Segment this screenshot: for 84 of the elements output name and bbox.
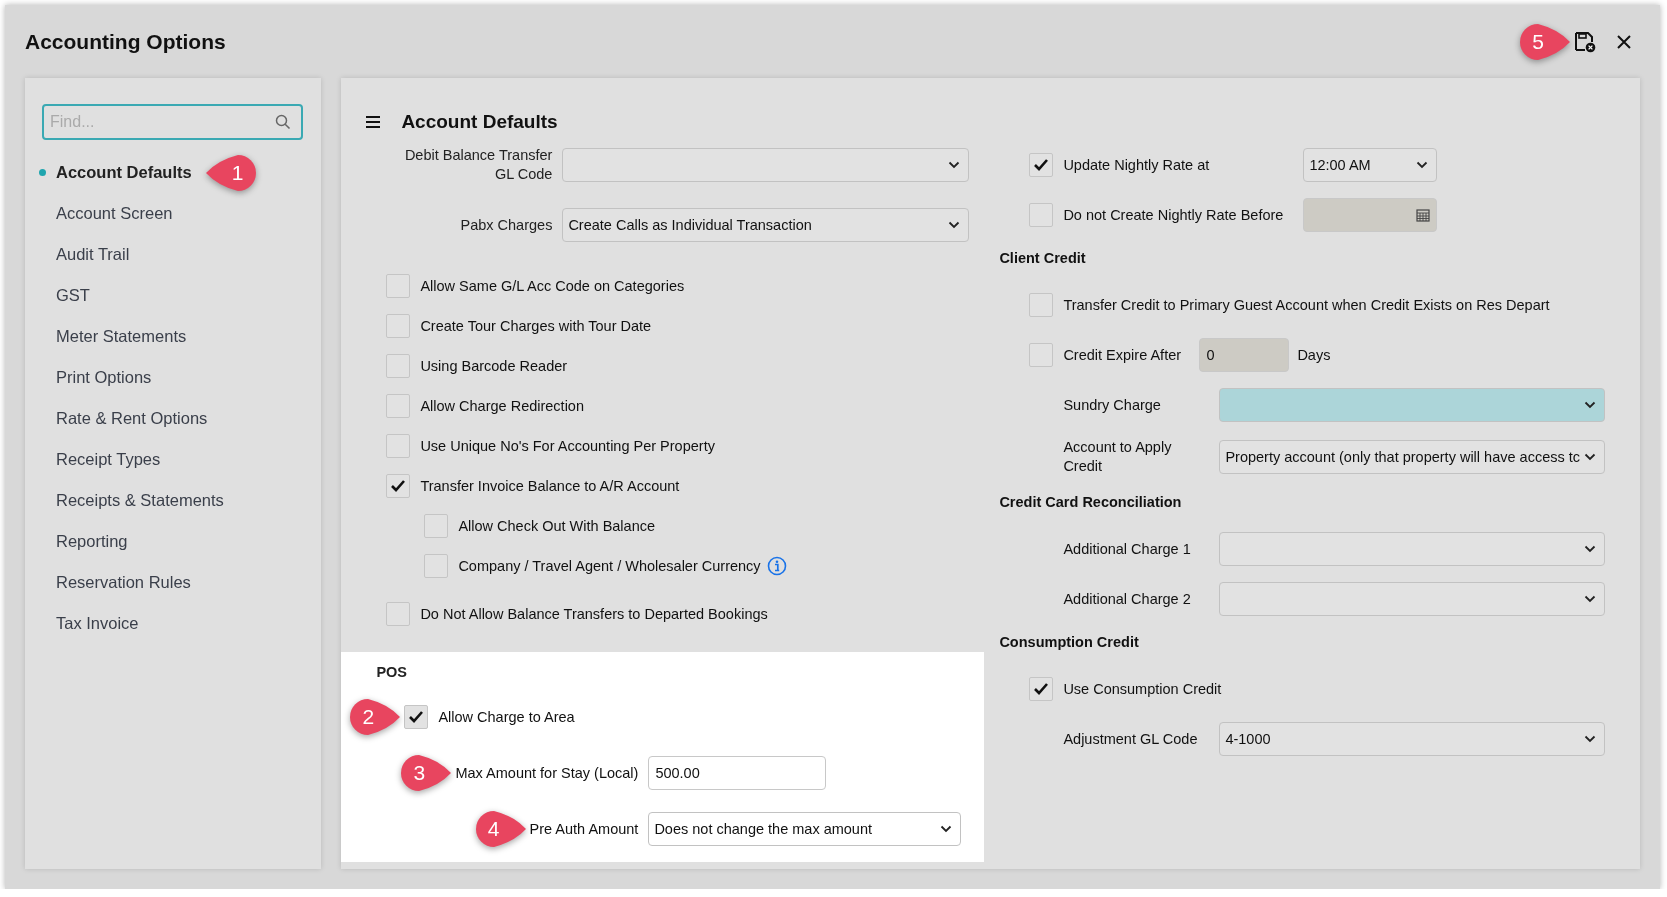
checkbox-label: Transfer Invoice Balance to A/R Account: [420, 478, 680, 494]
checkbox[interactable]: [1029, 153, 1054, 177]
chevron-icon: [948, 221, 961, 229]
field-label: Debit Balance Transfer GL Code: [403, 146, 553, 184]
checkbox[interactable]: [386, 434, 411, 458]
checkbox-label: Credit Expire After: [1063, 347, 1183, 363]
sidebar-item[interactable]: Reservation Rules: [39, 573, 191, 592]
chevron-icon: [948, 161, 961, 169]
checkbox[interactable]: [386, 394, 411, 418]
sidebar-item[interactable]: Rate & Rent Options: [39, 409, 208, 428]
checkbox[interactable]: [1029, 293, 1054, 317]
field-label: Additional Charge 2: [1063, 589, 1192, 609]
field-label: Pabx Charges: [459, 215, 553, 235]
chevron-icon: [1584, 735, 1596, 743]
checkbox-label: Transfer Credit to Primary Guest Account when Credit Exists on Res Depart: [1063, 297, 1550, 313]
checkbox-label: Allow Same G/L Acc Code on Categories: [420, 278, 685, 294]
chevron-icon: [1584, 545, 1596, 553]
section-heading: Client Credit: [999, 249, 1087, 268]
checkbox-label: Using Barcode Reader: [420, 358, 568, 374]
checkbox-label: Company / Travel Agent / Wholesaler Currency: [458, 558, 761, 574]
field-label: Max Amount for Stay (Local): [455, 765, 639, 781]
checkbox[interactable]: [424, 554, 449, 578]
dropdown[interactable]: [1219, 582, 1605, 616]
checkbox[interactable]: [386, 602, 411, 626]
section-heading: Credit Card Reconciliation: [999, 493, 1183, 512]
window-title: Accounting Options: [25, 29, 226, 54]
checkbox[interactable]: [424, 514, 449, 538]
dropdown[interactable]: Does not change the max amount: [648, 812, 962, 846]
input-field[interactable]: 500.00: [648, 756, 827, 790]
dropdown[interactable]: 12:00 AM: [1303, 148, 1438, 182]
dropdown[interactable]: Create Calls as Individual Transaction: [562, 208, 970, 242]
checkbox-label: Create Tour Charges with Tour Date: [420, 318, 652, 334]
sidebar-item[interactable]: Print Options: [39, 368, 152, 387]
checkbox-label: Allow Check Out With Balance: [458, 518, 656, 534]
sidebar-item[interactable]: Audit Trail: [39, 245, 130, 264]
section-title: Account Defaults: [401, 111, 558, 133]
sidebar-item[interactable]: Meter Statements: [39, 327, 187, 346]
dropdown[interactable]: [1219, 388, 1605, 422]
field-label: Account to Apply Credit: [1063, 438, 1173, 476]
checkbox-label: Allow Charge to Area: [438, 709, 575, 725]
checkbox[interactable]: [386, 474, 411, 498]
checkmark-icon: [390, 479, 407, 493]
checkbox[interactable]: [386, 274, 411, 298]
chevron-icon: [1584, 401, 1596, 409]
chevron-icon: [1584, 453, 1596, 461]
section-heading: POS: [376, 664, 408, 680]
checkbox-label: Use Unique No's For Accounting Per Property: [420, 438, 715, 454]
chevron-icon: [1416, 161, 1429, 169]
checkbox[interactable]: [386, 354, 411, 378]
checkbox-label: Allow Charge Redirection: [420, 398, 584, 414]
checkbox[interactable]: [1029, 677, 1054, 701]
save-icon[interactable]: [1574, 30, 1596, 53]
sidebar-item[interactable]: Receipt Types: [39, 450, 161, 469]
menu-icon[interactable]: [365, 115, 382, 129]
section-heading: Consumption Credit: [999, 633, 1140, 652]
search-icon[interactable]: [275, 114, 292, 130]
sidebar-item[interactable]: Receipts & Statements: [39, 491, 224, 510]
sidebar-item[interactable]: Tax Invoice: [39, 614, 139, 633]
dropdown[interactable]: [562, 148, 970, 182]
field-label: Additional Charge 1: [1063, 539, 1192, 559]
checkbox-label: Use Consumption Credit: [1063, 681, 1222, 697]
checkbox-label: Do Not Allow Balance Transfers to Departed Bookings: [420, 606, 768, 622]
dropdown[interactable]: 4-1000: [1219, 722, 1605, 756]
chevron-icon: [940, 825, 953, 833]
checkbox[interactable]: [386, 314, 411, 338]
field-label: Sundry Charge: [1063, 395, 1162, 415]
dropdown[interactable]: Property account (only that property will have access tc: [1219, 440, 1605, 474]
field-label: Adjustment GL Code: [1063, 729, 1199, 749]
sidebar-item[interactable]: Account Defaults: [39, 163, 192, 182]
checkbox[interactable]: [404, 705, 429, 729]
close-icon[interactable]: [1616, 33, 1632, 50]
dropdown[interactable]: [1219, 532, 1605, 566]
calendar-icon: [1416, 208, 1431, 222]
unit-label: Days: [1297, 347, 1331, 363]
sidebar-item[interactable]: Reporting: [39, 532, 128, 551]
checkmark-icon: [1033, 158, 1050, 172]
sidebar-item[interactable]: Account Screen: [39, 204, 173, 223]
chevron-icon: [1584, 595, 1596, 603]
checkmark-icon: [1033, 682, 1050, 696]
field-label: Pre Auth Amount: [529, 821, 639, 837]
checkmark-icon: [408, 710, 425, 724]
checkbox-label: Update Nightly Rate at: [1063, 157, 1211, 173]
checkbox-label: Do not Create Nightly Rate Before: [1063, 207, 1285, 223]
sidebar-item[interactable]: GST: [39, 286, 90, 305]
